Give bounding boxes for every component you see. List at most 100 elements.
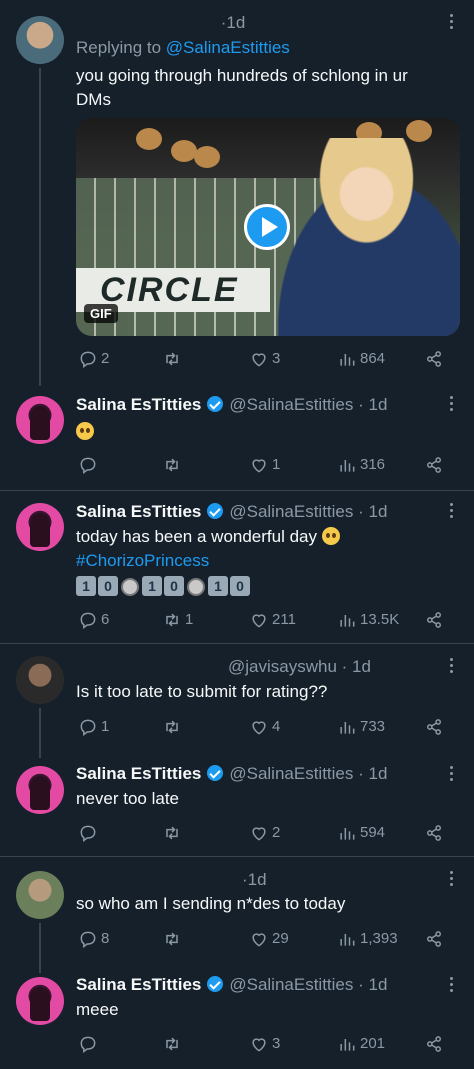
timestamp[interactable]: 1d — [369, 395, 388, 414]
like-button[interactable]: 3 — [249, 1033, 280, 1055]
like-count: 211 — [272, 611, 296, 628]
avatar[interactable] — [16, 16, 64, 64]
reply-button[interactable] — [78, 822, 101, 844]
views-button[interactable]: 13.5K — [337, 609, 399, 631]
more-icon[interactable] — [448, 977, 454, 995]
handle[interactable]: @javisayswhu — [228, 657, 337, 676]
retweet-button[interactable] — [162, 928, 185, 950]
gif-media[interactable]: CIRCLE GIF — [76, 118, 460, 336]
views-button[interactable]: 201 — [337, 1033, 385, 1055]
more-icon[interactable] — [448, 871, 454, 889]
reply-button[interactable] — [78, 1033, 101, 1055]
retweet-button[interactable]: 1 — [162, 609, 193, 631]
views-icon — [337, 717, 357, 737]
tweet-3[interactable]: @javisayswhu · 1d Is it too late to subm… — [0, 644, 474, 758]
handle[interactable]: @SalinaEstitties — [229, 395, 353, 414]
timestamp[interactable]: 1d — [248, 870, 267, 889]
more-icon[interactable] — [448, 658, 454, 676]
handle[interactable]: @SalinaEstitties — [229, 764, 353, 783]
gif-badge: GIF — [84, 304, 118, 323]
reply-button[interactable]: 8 — [78, 928, 109, 950]
avatar[interactable] — [16, 656, 64, 704]
reply-button[interactable]: 2 — [78, 348, 109, 370]
timestamp[interactable]: 1d — [369, 502, 388, 521]
reply-icon — [78, 349, 98, 369]
like-button[interactable]: 2 — [249, 822, 280, 844]
share-button[interactable] — [424, 348, 444, 370]
timestamp[interactable]: 1d — [369, 975, 388, 994]
retweet-button[interactable] — [162, 716, 185, 738]
tweet-4[interactable]: Salina EsTitties @SalinaEstitties · 1d ne… — [0, 758, 474, 856]
share-button[interactable] — [424, 454, 444, 476]
retweet-icon — [162, 610, 182, 630]
view-count: 864 — [360, 350, 386, 367]
tweet-6[interactable]: Salina EsTitties @SalinaEstitties · 1d me… — [0, 969, 474, 1069]
views-icon — [337, 349, 357, 369]
avatar[interactable] — [16, 871, 64, 919]
more-icon[interactable] — [448, 766, 454, 784]
flower-decoration — [194, 146, 220, 168]
thread-line — [39, 708, 41, 758]
display-name[interactable]: Salina EsTitties — [76, 395, 201, 414]
views-button[interactable]: 1,393 — [337, 928, 398, 950]
views-button[interactable]: 594 — [337, 822, 385, 844]
share-button[interactable] — [424, 822, 444, 844]
reply-button[interactable] — [78, 454, 101, 476]
reply-button[interactable]: 6 — [78, 609, 109, 631]
like-count: 3 — [272, 1035, 281, 1052]
share-button[interactable] — [424, 1033, 444, 1055]
like-button[interactable]: 3 — [249, 348, 280, 370]
play-icon[interactable] — [244, 204, 290, 250]
verified-badge-icon — [207, 765, 224, 781]
display-name[interactable]: Salina EsTitties — [76, 502, 201, 521]
share-button[interactable] — [424, 928, 444, 950]
views-icon — [337, 929, 357, 949]
share-icon — [424, 717, 444, 737]
more-icon[interactable] — [448, 396, 454, 414]
like-button[interactable]: 1 — [249, 454, 280, 476]
tweet-text: Is it too late to submit for rating?? — [76, 682, 328, 701]
share-icon — [424, 823, 444, 843]
share-button[interactable] — [424, 609, 444, 631]
tweet-0[interactable]: ·1d Replying to @SalinaEstitties you goi… — [0, 0, 474, 388]
heart-icon — [249, 610, 269, 630]
display-name[interactable]: Salina EsTitties — [76, 975, 201, 994]
view-count: 13.5K — [360, 611, 400, 628]
action-bar: 2 3 864 — [76, 348, 456, 370]
handle[interactable]: @SalinaEstitties — [229, 975, 353, 994]
replying-handle[interactable]: @SalinaEstitties — [166, 38, 290, 57]
more-icon[interactable] — [448, 503, 454, 521]
retweet-button[interactable] — [162, 454, 185, 476]
hashtag-link[interactable]: #ChorizoPrincess — [76, 549, 444, 573]
verified-badge-icon — [207, 503, 224, 519]
avatar[interactable] — [16, 396, 64, 444]
avatar[interactable] — [16, 977, 64, 1025]
timestamp[interactable]: 1d — [226, 13, 245, 32]
retweet-button[interactable] — [162, 348, 185, 370]
like-button[interactable]: 4 — [249, 716, 280, 738]
retweet-button[interactable] — [162, 822, 185, 844]
timestamp[interactable]: 1d — [352, 657, 371, 676]
tweet-5[interactable]: ·1d so who am I sending n*des to today 8… — [0, 857, 474, 973]
avatar[interactable] — [16, 766, 64, 814]
tweet-2[interactable]: Salina EsTitties @SalinaEstitties · 1d to… — [0, 491, 474, 643]
tweet-1[interactable]: Salina EsTitties @SalinaEstitties · 1d 1 … — [0, 388, 474, 490]
share-button[interactable] — [424, 716, 444, 738]
avatar[interactable] — [16, 503, 64, 551]
share-icon — [424, 610, 444, 630]
heart-icon — [249, 455, 269, 475]
like-button[interactable]: 29 — [249, 928, 289, 950]
retweet-button[interactable] — [162, 1033, 185, 1055]
handle[interactable]: @SalinaEstitties — [229, 502, 353, 521]
reply-button[interactable]: 1 — [78, 716, 109, 738]
views-button[interactable]: 316 — [337, 454, 385, 476]
tweet-text: so who am I sending n*des to today — [76, 894, 346, 913]
display-name[interactable]: Salina EsTitties — [76, 764, 201, 783]
views-button[interactable]: 733 — [337, 716, 385, 738]
timestamp[interactable]: 1d — [369, 764, 388, 783]
record-button-emoji — [186, 576, 206, 597]
more-icon[interactable] — [448, 14, 454, 32]
heart-icon — [249, 349, 269, 369]
like-button[interactable]: 211 — [249, 609, 296, 631]
views-button[interactable]: 864 — [337, 348, 385, 370]
